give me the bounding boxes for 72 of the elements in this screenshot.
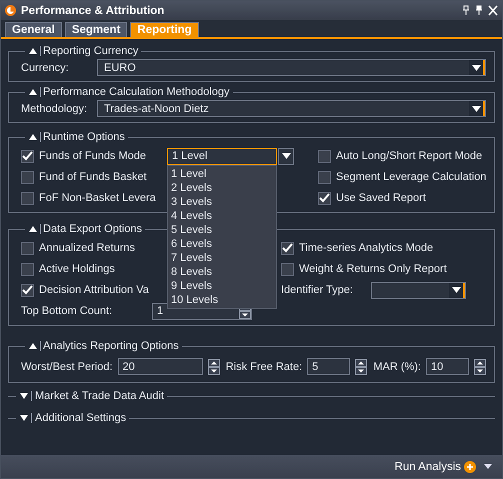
- section-title: Data Export Options: [43, 223, 142, 235]
- collapse-icon[interactable]: [28, 46, 41, 56]
- plus-circle-icon: [464, 460, 476, 472]
- dropdown-option[interactable]: 8 Levels: [168, 264, 276, 278]
- select-field[interactable]: [371, 282, 466, 298]
- checkbox-label: Time-series Analytics Mode: [299, 242, 434, 254]
- window-title: Performance & Attribution: [21, 4, 166, 16]
- section-title: Runtime Options: [43, 131, 125, 143]
- checkbox[interactable]: [281, 262, 294, 276]
- select-field[interactable]: 1 Level: [167, 148, 277, 164]
- section-title: Performance Calculation Methodology: [43, 86, 230, 98]
- caret-icon[interactable]: [484, 464, 492, 469]
- section-title: Additional Settings: [35, 412, 126, 424]
- checkbox[interactable]: [281, 242, 294, 254]
- close-icon[interactable]: [488, 5, 498, 16]
- dropdown-option[interactable]: 9 Levels: [168, 278, 276, 292]
- dropdown-option[interactable]: 4 Levels: [168, 208, 276, 222]
- dropdown-option[interactable]: 6 Levels: [168, 236, 276, 250]
- run-analysis-button[interactable]: Run Analysis: [394, 460, 476, 472]
- checkbox-label: FoF Non-Basket Levera: [39, 192, 156, 204]
- field-label: Identifier Type:: [281, 284, 354, 296]
- collapse-icon[interactable]: [28, 87, 41, 97]
- number-field[interactable]: 20: [118, 358, 202, 375]
- dropdown-option[interactable]: 5 Levels: [168, 222, 276, 236]
- checkbox[interactable]: [21, 192, 34, 204]
- field-label: Top Bottom Count:: [21, 305, 114, 317]
- select-field[interactable]: Trades-at-Noon Dietz: [97, 100, 486, 117]
- section-title: Analytics Reporting Options: [43, 340, 179, 352]
- dropdown-option[interactable]: 7 Levels: [168, 250, 276, 264]
- pin-icon[interactable]: [475, 5, 483, 16]
- spinner-icon[interactable]: [355, 358, 368, 374]
- checkbox-label: Segment Leverage Calculation: [336, 171, 486, 183]
- expand-icon[interactable]: [19, 391, 32, 401]
- checkbox-label: Annualized Returns: [39, 242, 136, 254]
- field-label: MAR (%):: [373, 360, 421, 372]
- number-field[interactable]: 5: [307, 358, 350, 375]
- checkbox-label: Funds of Funds Mode: [39, 150, 148, 162]
- checkbox-label: Decision Attribution Va: [39, 284, 149, 296]
- dropdown-option[interactable]: 2 Levels: [168, 180, 276, 194]
- spinner-icon[interactable]: [474, 358, 486, 374]
- checkbox-label: Active Holdings: [39, 263, 115, 275]
- field-label: Risk Free Rate:: [226, 360, 302, 372]
- checkbox[interactable]: [21, 284, 34, 296]
- checkbox-label: Fund of Funds Basket: [39, 171, 147, 183]
- collapse-icon[interactable]: [28, 132, 41, 142]
- tab[interactable]: General: [5, 22, 62, 37]
- checkbox[interactable]: [21, 262, 34, 276]
- section-title: Reporting Currency: [43, 45, 138, 57]
- checkbox-label: Use Saved Report: [336, 192, 426, 204]
- select-field[interactable]: EURO: [97, 59, 486, 76]
- pin-icon[interactable]: [462, 5, 470, 16]
- spinner-icon[interactable]: [208, 358, 220, 374]
- checkbox[interactable]: [318, 170, 331, 184]
- collapse-icon[interactable]: [28, 341, 41, 351]
- field-label: Methodology:: [21, 102, 88, 114]
- field-label: Currency:: [21, 62, 70, 74]
- checkbox[interactable]: [21, 242, 34, 254]
- app-icon: [5, 5, 16, 16]
- checkbox[interactable]: [21, 170, 34, 184]
- dropdown-option[interactable]: 1 Level: [168, 166, 276, 180]
- collapse-icon[interactable]: [28, 224, 41, 234]
- checkbox[interactable]: [318, 150, 331, 162]
- number-field[interactable]: 10: [426, 358, 469, 375]
- dropdown-option[interactable]: 3 Levels: [168, 194, 276, 208]
- checkbox-label: Auto Long/Short Report Mode: [336, 150, 482, 162]
- expand-icon[interactable]: [19, 413, 32, 423]
- checkbox[interactable]: [21, 150, 34, 162]
- checkbox-label: Weight & Returns Only Report: [299, 263, 447, 275]
- section-title: Market & Trade Data Audit: [35, 390, 164, 402]
- checkbox[interactable]: [318, 192, 331, 204]
- tab[interactable]: Segment: [64, 22, 128, 37]
- field-label: Worst/Best Period:: [21, 360, 112, 372]
